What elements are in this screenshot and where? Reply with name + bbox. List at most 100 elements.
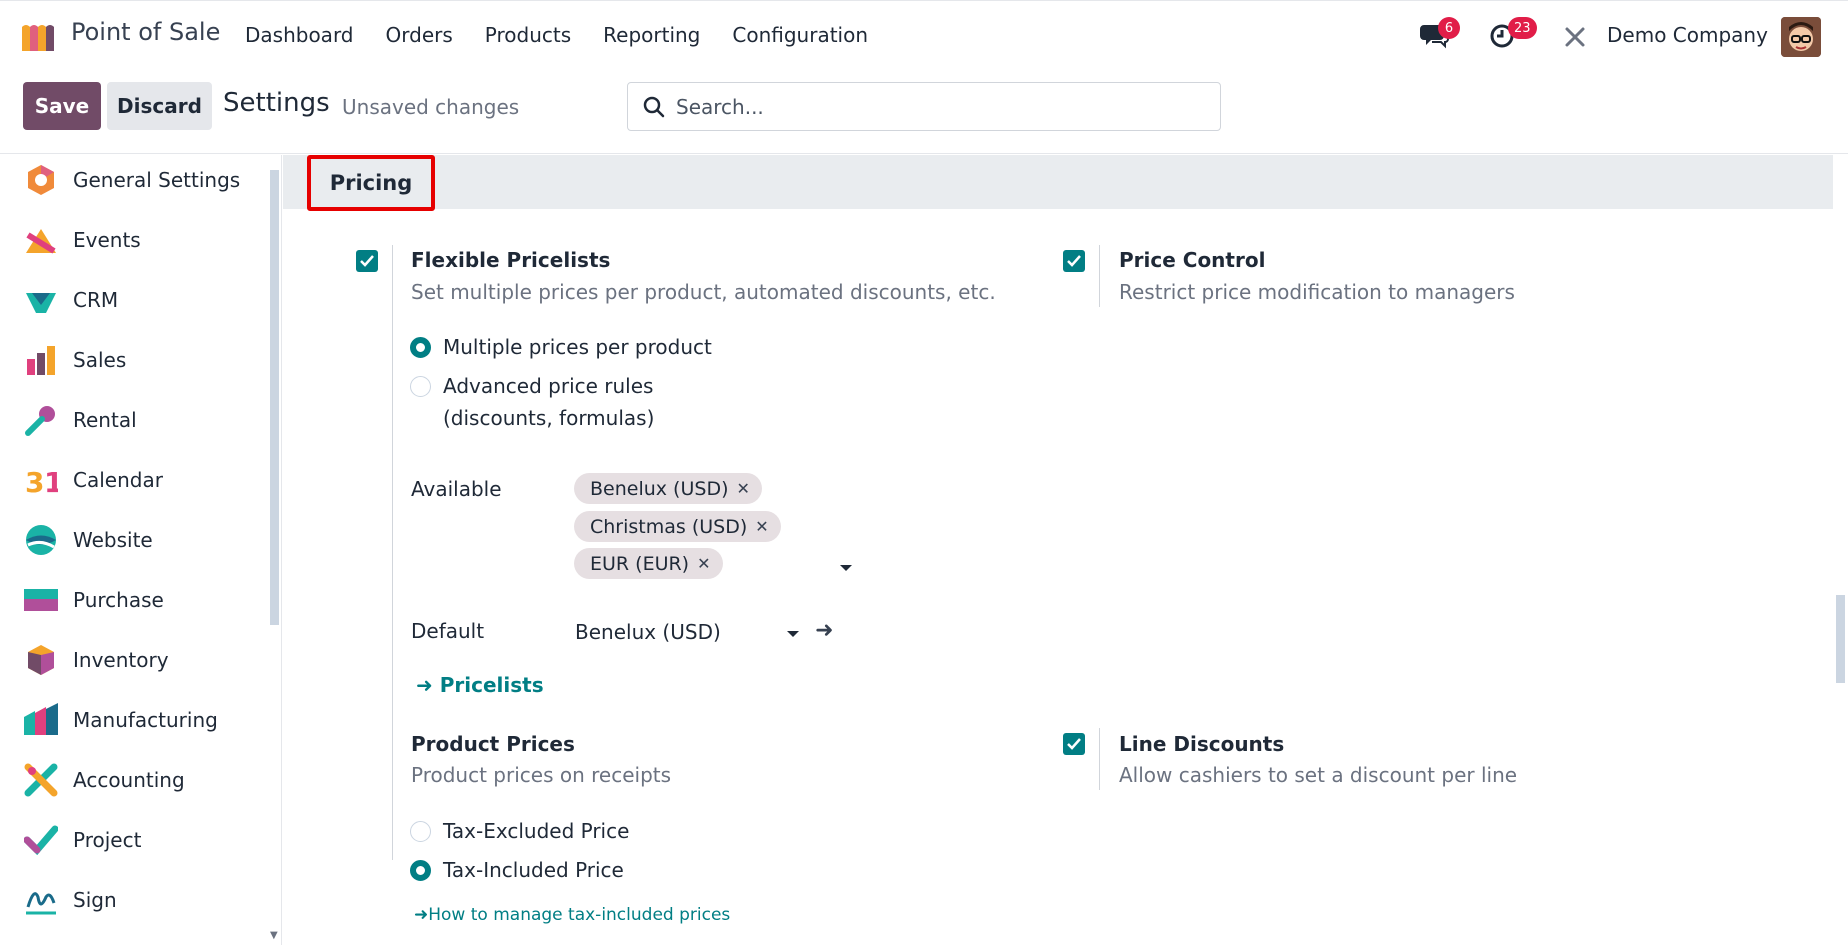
- radio-label-tax-included[interactable]: Tax-Included Price: [443, 858, 624, 882]
- search-box[interactable]: [627, 82, 1221, 131]
- radio-tax-excluded[interactable]: [410, 821, 431, 842]
- sidebar-item-sales[interactable]: Sales: [0, 335, 266, 385]
- flexible-pricelists-checkbox[interactable]: [356, 250, 378, 272]
- remove-tag-icon[interactable]: ✕: [697, 554, 710, 573]
- app-name[interactable]: Point of Sale: [71, 18, 220, 46]
- sidebar-item-sign[interactable]: Sign: [0, 875, 266, 925]
- arrow-right-icon: ➜: [416, 673, 440, 697]
- remove-tag-icon[interactable]: ✕: [755, 517, 768, 536]
- sidebar-item-website[interactable]: Website: [0, 515, 266, 565]
- sidebar-item-project[interactable]: Project: [0, 815, 266, 865]
- sidebar-scrollbar[interactable]: [270, 170, 279, 625]
- radio-multiple-prices[interactable]: [410, 337, 431, 358]
- check-icon: [360, 255, 374, 267]
- user-avatar[interactable]: [1781, 17, 1821, 57]
- sidebar-item-manufacturing[interactable]: Manufacturing: [0, 695, 266, 745]
- content-scrollbar[interactable]: [1836, 595, 1845, 683]
- price-control-desc: Restrict price modification to managers: [1119, 280, 1515, 304]
- search-icon: [643, 96, 665, 118]
- sidebar-item-label: Website: [73, 528, 153, 552]
- menu-orders[interactable]: Orders: [386, 23, 453, 47]
- section-title: Pricing: [307, 155, 435, 211]
- unsaved-status: Unsaved changes: [342, 95, 520, 119]
- price-control-title: Price Control: [1119, 248, 1266, 272]
- sidebar-item-purchase[interactable]: Purchase: [0, 575, 266, 625]
- sidebar-item-label: General Settings: [73, 168, 241, 192]
- section-header: Pricing: [283, 155, 1833, 211]
- menu-reporting[interactable]: Reporting: [603, 23, 700, 47]
- sidebar-scroll-down-icon[interactable]: ▼: [270, 930, 278, 941]
- default-pricelist-select[interactable]: Benelux (USD): [575, 620, 721, 644]
- activities-button[interactable]: 23: [1488, 17, 1544, 53]
- search-input[interactable]: [676, 91, 1206, 123]
- sign-icon: [26, 892, 56, 915]
- radio-tax-included[interactable]: [410, 860, 431, 881]
- discard-button[interactable]: Discard: [107, 82, 212, 130]
- tax-included-help-label: How to manage tax-included prices: [428, 905, 731, 925]
- sidebar-item-label: Inventory: [73, 648, 169, 672]
- sidebar-item-events[interactable]: Events: [0, 215, 266, 265]
- sidebar-item-label: Calendar: [73, 468, 163, 492]
- svg-text:3: 3: [25, 466, 44, 497]
- sidebar-item-calendar[interactable]: 3 1 Calendar: [0, 455, 266, 505]
- tag-label: Christmas (USD): [590, 515, 748, 538]
- sidebar-item-rental[interactable]: Rental: [0, 395, 266, 445]
- sidebar-item-crm[interactable]: CRM: [0, 275, 266, 325]
- product-prices-title: Product Prices: [411, 732, 575, 756]
- activities-badge: 23: [1508, 17, 1537, 39]
- sidebar-item-general-settings[interactable]: General Settings: [0, 155, 266, 205]
- company-switcher[interactable]: Demo Company: [1607, 23, 1768, 47]
- sidebar-item-accounting[interactable]: Accounting: [0, 755, 266, 805]
- line-discounts-checkbox[interactable]: [1063, 733, 1085, 755]
- svg-text:1: 1: [44, 466, 58, 497]
- available-dropdown-caret-icon[interactable]: [840, 565, 852, 571]
- arrow-right-icon: ➜: [414, 905, 429, 925]
- rental-icon: [25, 406, 55, 436]
- default-dropdown-caret-icon[interactable]: [787, 631, 799, 637]
- pricelists-link[interactable]: ➜ Pricelists: [416, 673, 544, 697]
- line-discounts-desc: Allow cashiers to set a discount per lin…: [1119, 763, 1518, 787]
- flexible-pricelists-title: Flexible Pricelists: [411, 248, 611, 272]
- inventory-icon: [28, 645, 54, 675]
- sidebar-item-label: Rental: [73, 408, 137, 432]
- price-control-checkbox[interactable]: [1063, 250, 1085, 272]
- flexible-pricelists-desc: Set multiple prices per product, automat…: [411, 280, 996, 304]
- tools-icon: [1565, 27, 1585, 47]
- debug-tools-button[interactable]: [1563, 25, 1587, 49]
- line-discounts-title: Line Discounts: [1119, 732, 1285, 756]
- sidebar-item-label: Events: [73, 228, 141, 252]
- messages-button[interactable]: 6: [1420, 17, 1460, 53]
- product-prices-desc: Product prices on receipts: [411, 763, 672, 787]
- radio-label-multiple-prices[interactable]: Multiple prices per product: [443, 335, 712, 359]
- control-panel: Save Discard Settings Unsaved changes: [0, 70, 1848, 154]
- check-icon: [1067, 255, 1081, 267]
- radio-label-advanced-rules[interactable]: Advanced price rules: [443, 374, 653, 398]
- pricelist-tag: EUR (EUR) ✕: [574, 548, 723, 579]
- top-navbar: Point of Sale Dashboard Orders Products …: [0, 0, 1848, 70]
- menu-dashboard[interactable]: Dashboard: [245, 23, 354, 47]
- website-icon: [26, 525, 56, 555]
- divider: [1099, 728, 1100, 790]
- sidebar-item-inventory[interactable]: Inventory: [0, 635, 266, 685]
- divider: [392, 245, 393, 860]
- menu-products[interactable]: Products: [485, 23, 571, 47]
- remove-tag-icon[interactable]: ✕: [736, 479, 749, 498]
- internal-link-arrow-icon[interactable]: ➜: [815, 618, 833, 643]
- pos-app-icon[interactable]: [20, 21, 60, 53]
- sidebar-item-label: Sales: [73, 348, 127, 372]
- radio-advanced-rules[interactable]: [410, 376, 431, 397]
- settings-content: Pricing Flexible Pricelists Set multiple…: [283, 155, 1848, 945]
- menu-configuration[interactable]: Configuration: [732, 23, 868, 47]
- sidebar-item-label: Project: [73, 828, 142, 852]
- project-icon: [24, 825, 58, 856]
- radio-label-tax-excluded[interactable]: Tax-Excluded Price: [443, 819, 629, 843]
- accounting-icon: [24, 763, 58, 797]
- tax-included-help-link[interactable]: ➜How to manage tax-included prices: [414, 905, 730, 925]
- settings-sidebar: General Settings Events CRM Sales Rental: [0, 155, 282, 945]
- messages-badge: 6: [1438, 17, 1460, 39]
- save-button[interactable]: Save: [23, 82, 101, 130]
- sidebar-item-label: Purchase: [73, 588, 164, 612]
- tag-label: EUR (EUR): [590, 552, 690, 575]
- pricelist-tag: Benelux (USD) ✕: [574, 473, 762, 504]
- main-menu: Dashboard Orders Products Reporting Conf…: [245, 23, 868, 47]
